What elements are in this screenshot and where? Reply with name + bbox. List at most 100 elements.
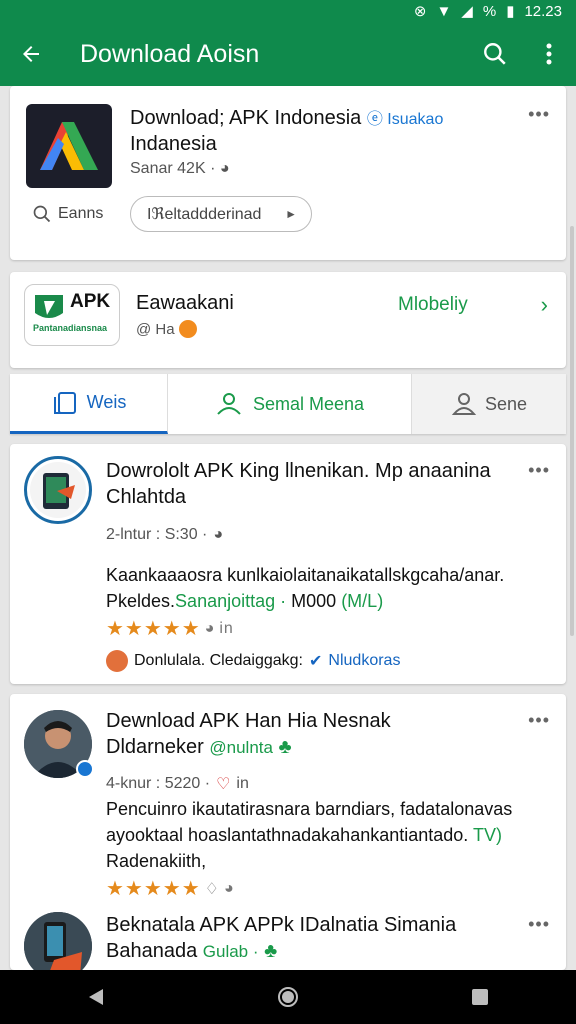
rating-stars: ★★★★★ ◕ in [106,616,234,641]
app-card[interactable]: Download; APK Indonesia ⓔ Isuakao Indane… [10,86,566,260]
comment-icon[interactable]: ◕ [224,880,235,898]
post-body-line3: Radenakiith, [106,851,207,871]
play-arrow-icon: ► [285,207,297,221]
notification-icon: ⊗ [413,3,427,20]
app-name-line1: Download; APK Indonesia [130,107,362,129]
people-icon [217,393,241,415]
more-options-button[interactable]: ••• [528,460,550,481]
badge-label: Isuakao [387,111,444,128]
brand-sub-text: @ Ha [136,320,175,338]
post-title: Beknatala APK APPk IDalnatia Simania Bah… [106,912,526,965]
tab-label: Weis [86,392,127,412]
post-title: Dowrololt APK King llnenikan. Mp anaanin… [106,458,526,510]
status-bar: ⊗ ▼ ◢ % ▮ 12.23 [0,0,576,22]
post-body-green: TV) [472,825,502,845]
more-vert-icon [546,43,552,65]
triangle-back-icon [89,989,103,1005]
more-options-button[interactable]: ••• [528,104,550,125]
search-label: Eanns [58,205,104,222]
post-body-line1: Pencuinro ikautatirasnara barndiars, fad… [106,799,513,819]
tab-weis[interactable]: Weis [10,374,168,434]
overflow-menu-button[interactable] [522,22,576,86]
post-body-text: Pkeldes. [106,591,176,611]
brand-name: Eawaakani [136,292,234,314]
tab-label: Semal Meena [252,393,365,414]
battery-icon: ▮ [506,3,515,20]
logo-subtext: Pantanadiansnaa [33,323,108,333]
post-avatar [24,456,92,524]
verified-badge-icon: ✔ [309,653,323,670]
post-footer: Donlulala. Cledaiggakg: ✔ Nludkoras [106,650,400,672]
footer-text: Donlulala. Cledaiggakg: [134,652,303,669]
nav-back-button[interactable] [66,970,126,1024]
share-icon[interactable]: ◕ [205,620,216,638]
post-meta: 2-lntur : S:30 · ◕ [106,526,223,544]
thumbs-up-icon: ♣ [278,736,292,758]
post-handle[interactable]: @nulnta [209,738,273,757]
post-body: Pencuinro ikautatirasnara barndiars, fad… [106,796,546,874]
post-card[interactable]: Dewnload APK Han Hia Nesnak Dldarneker @… [10,694,566,980]
brand-card[interactable]: APK Pantanadiansnaa Eawaakani @ Ha Mlobe… [10,272,566,368]
app-bar: Download Aoisn [0,22,576,86]
search-button[interactable] [468,22,522,86]
nav-home-button[interactable] [258,970,318,1024]
badge: ⓔ Isuakao [366,111,444,128]
emoji-icon [178,320,197,338]
post-meta: 4-knur : 5220 · ♡ in [106,774,249,794]
post-body-line2: ayooktaal hoaslantathnadakahankantiantad… [106,825,469,845]
pages-icon [53,391,76,414]
apk-brand-logo: APK Pantanadiansnaa [24,284,120,346]
brand-right-label[interactable]: Mlobeliy [398,294,468,316]
tab-semal-meena[interactable]: Semal Meena [168,374,412,434]
more-options-button[interactable]: ••• [528,710,550,731]
post-title-line1: Dowrololt APK King llnenikan. Mp anaanin… [106,460,491,482]
scrollbar[interactable] [570,226,574,636]
card-search-button[interactable]: Eanns [32,204,103,224]
brand-sub: @ Ha [136,320,197,338]
tab-bar: Weis Semal Meena Sene [10,374,566,434]
post-body: Kaankaaaosra kunlkaiolaitanaikatallskgca… [106,562,546,614]
back-button[interactable] [0,22,62,86]
heart-icon[interactable]: ♡ [216,774,230,794]
battery-percent-label: % [482,2,497,20]
verified-icon: · ◕ [210,160,230,177]
post-meta-text: 4-knur : 5220 · [106,775,211,792]
post-title-line2: Chlahtda [106,486,187,508]
status-time: 12.23 [524,2,562,20]
post-handle[interactable]: Gulab · [203,942,259,961]
search-icon [33,205,51,223]
post-meta-tail: in [236,775,249,792]
more-options-button[interactable]: ••• [528,914,550,935]
thumbs-up-icon: ♣ [264,940,278,962]
rating-stars: ★★★★★ ♢ ◕ [106,876,235,901]
footer-link[interactable]: Nludkoras [328,652,400,670]
post-meta-text: 2-lntur : S:30 · [106,526,208,543]
star-rating: ★★★★★ [106,878,201,900]
star-rating: ★★★★★ [106,618,201,640]
circle-home-icon [278,987,298,1007]
search-icon [484,43,506,65]
post-title-line1: Beknatala APK APPk IDalnatia Simania [106,914,457,936]
filter-chip[interactable]: Iℜeltaddderinad ► [130,196,312,232]
tab-label: Sene [484,393,528,414]
nav-recents-button[interactable] [450,970,510,1024]
tab-sene[interactable]: Sene [412,374,566,434]
stars-tail: in [219,619,234,637]
app-meta-text: Sanar 42K [130,160,206,177]
logo-text: APK [70,291,111,312]
square-recents-icon [472,989,488,1005]
post-body-green: Sananjoittag · [175,591,287,611]
chevron-right-icon[interactable]: › [541,292,548,318]
arrow-left-icon [23,46,39,62]
app-meta: Sanar 42K · ◕ [130,160,230,178]
verified-icon: ◕ [213,526,224,543]
signal-icon: ◢ [461,3,473,20]
post-card[interactable]: Dowrololt APK King llnenikan. Mp anaanin… [10,444,566,684]
app-name-line2: Indanesia [130,133,217,155]
share-icon[interactable]: ♢ [205,879,220,899]
post-body-text-2: M000 [291,591,337,611]
page-title: Download Aoisn [80,39,260,68]
system-nav-bar [0,970,576,1024]
post-title-line1: Dewnload APK Han Hia Nesnak [106,710,391,732]
post-title-line2: Dldarneker [106,736,204,758]
